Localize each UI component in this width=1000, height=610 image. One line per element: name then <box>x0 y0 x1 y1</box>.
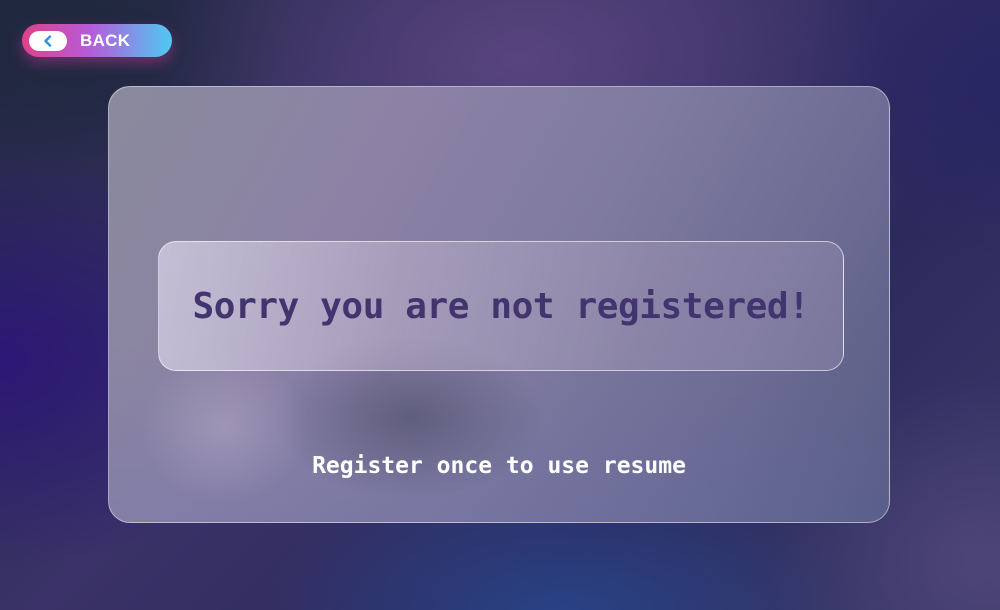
back-button[interactable]: BACK <box>22 24 172 57</box>
back-button-label: BACK <box>80 30 131 50</box>
back-icon-pill <box>29 30 67 51</box>
not-registered-message: Sorry you are not registered! <box>192 285 810 327</box>
not-registered-card: Sorry you are not registered! Register o… <box>108 86 890 523</box>
chevron-left-icon <box>44 34 52 47</box>
message-box: Sorry you are not registered! <box>158 241 844 371</box>
register-hint-text: Register once to use resume <box>312 453 686 479</box>
